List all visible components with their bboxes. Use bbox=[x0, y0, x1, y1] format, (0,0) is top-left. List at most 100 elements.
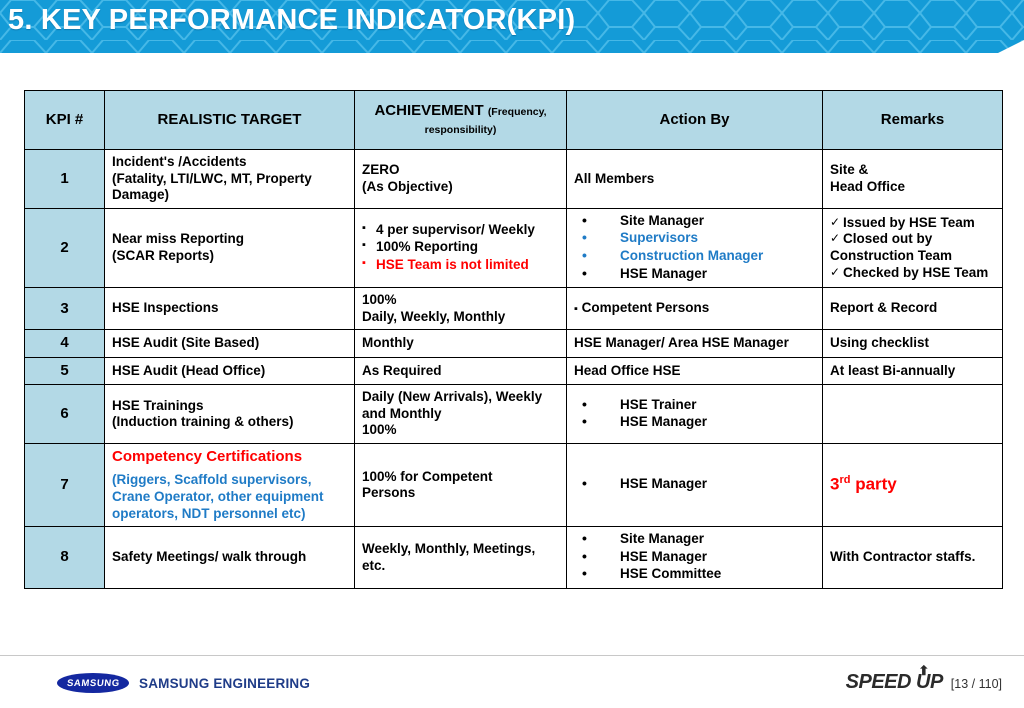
kpi-target: HSE Audit (Head Office) bbox=[104, 356, 355, 386]
slide-title: 5. KEY PERFORMANCE INDICATOR(KPI) bbox=[8, 4, 576, 36]
list-item: Construction Team bbox=[830, 248, 995, 265]
list-item: • Site Manager bbox=[574, 530, 815, 548]
footer-right: SPEED UP ⬆ [13 / 110] bbox=[846, 664, 1002, 694]
list-item: • Site Manager bbox=[574, 212, 815, 230]
footer-divider bbox=[0, 655, 1024, 656]
third-party-label: 3rd party bbox=[830, 474, 995, 496]
kpi-number: 6 bbox=[24, 384, 105, 444]
achievement-line: 100% for Competent bbox=[362, 468, 493, 484]
achievement-line: etc. bbox=[362, 557, 386, 573]
list-item-label: Checked by HSE Team bbox=[843, 264, 989, 280]
table-row: 1 Incident's /Accidents (Fatality, LTI/L… bbox=[24, 149, 1003, 209]
achievement-line: Persons bbox=[362, 485, 416, 501]
table-row: 6 HSE Trainings (Induction training & ot… bbox=[24, 384, 1003, 444]
target-line: Incident's /Accidents bbox=[112, 154, 247, 169]
table-row: 4 HSE Audit (Site Based) Monthly HSE Man… bbox=[24, 329, 1003, 358]
table-row: 8 Safety Meetings/ walk through Weekly, … bbox=[24, 526, 1003, 589]
dot-bullet-icon: • bbox=[582, 565, 587, 582]
kpi-remarks: Report & Record bbox=[822, 287, 1003, 331]
list-item-label: HSE Team is not limited bbox=[376, 256, 529, 272]
list-item-label: 4 per supervisor/ Weekly bbox=[376, 221, 535, 237]
kpi-achievement: Daily (New Arrivals), Weekly and Monthly… bbox=[354, 384, 567, 444]
kpi-remarks: At least Bi-annually bbox=[822, 356, 1003, 386]
kpi-target: Near miss Reporting (SCAR Reports) bbox=[104, 207, 355, 289]
check-icon: ✓ bbox=[830, 264, 841, 279]
achievement-line: As Required bbox=[362, 362, 442, 378]
list-item-label: 100% Reporting bbox=[376, 239, 479, 255]
list-item: • HSE Manager bbox=[574, 413, 815, 431]
action-line: HSE Manager/ Area HSE Manager bbox=[574, 335, 789, 351]
list-item-label: HSE Manager bbox=[620, 548, 708, 564]
column-header-remarks: Remarks bbox=[822, 90, 1003, 150]
kpi-achievement: ZERO (As Objective) bbox=[354, 149, 567, 209]
check-icon: ✓ bbox=[830, 231, 841, 246]
remark-line: Report & Record bbox=[830, 300, 938, 316]
list-item-label: HSE Trainer bbox=[620, 396, 697, 412]
list-item: • HSE Trainer bbox=[574, 396, 815, 414]
target-line: (Fatality, LTI/LWC, MT, Property bbox=[112, 170, 312, 186]
dot-bullet-icon: • bbox=[582, 413, 587, 430]
dot-bullet-icon: • bbox=[582, 246, 587, 263]
kpi-number: 5 bbox=[24, 356, 105, 386]
samsung-logo-mark-text: SAMSUNG bbox=[66, 677, 120, 689]
list-item: ✓ Checked by HSE Team bbox=[830, 265, 995, 282]
list-item-label: Construction Team bbox=[830, 247, 953, 263]
achievement-line: Monthly bbox=[362, 335, 414, 351]
list-item-label: HSE Manager bbox=[620, 265, 708, 281]
column-header-kpi-number: KPI # bbox=[24, 90, 105, 150]
target-line: Crane Operator, other equipment bbox=[112, 489, 324, 505]
list-item-label: Site Manager bbox=[620, 212, 705, 228]
kpi-action-by: ▪ Competent Persons bbox=[566, 287, 823, 331]
square-bullet-icon: ▪ bbox=[574, 303, 578, 316]
kpi-number: 1 bbox=[24, 149, 105, 209]
target-title: Competency Certifications bbox=[112, 448, 303, 465]
achievement-line: and Monthly bbox=[362, 405, 442, 421]
action-list: • HSE Manager bbox=[574, 475, 815, 493]
list-item-label: Competent Persons bbox=[581, 300, 710, 316]
dot-bullet-icon: • bbox=[582, 530, 587, 547]
target-line: operators, NDT personnel etc) bbox=[112, 505, 306, 521]
kpi-remarks: 3rd party bbox=[822, 442, 1003, 528]
list-item-label: Supervisors bbox=[620, 230, 699, 246]
achievement-line: (As Objective) bbox=[362, 178, 453, 194]
list-item: • HSE Manager bbox=[574, 265, 815, 283]
column-header-action-by: Action By bbox=[566, 90, 823, 150]
target-line: Safety Meetings/ walk through bbox=[112, 549, 307, 565]
action-list: • Site Manager • Supervisors • Construction… bbox=[574, 212, 815, 283]
achievement-line: Daily, Weekly, Monthly bbox=[362, 308, 506, 324]
list-item: • Supervisors bbox=[574, 229, 815, 247]
target-line: (Riggers, Scaffold supervisors, bbox=[112, 472, 312, 488]
column-header-achievement: ACHIEVEMENT (Frequency, responsibility) bbox=[354, 90, 567, 150]
kpi-number: 8 bbox=[24, 526, 105, 589]
list-item-label: HSE Manager bbox=[620, 414, 708, 430]
kpi-action-by: • Site Manager • Supervisors • Construction… bbox=[566, 207, 823, 289]
kpi-remarks: With Contractor staffs. bbox=[822, 526, 1003, 589]
column-header-realistic-target: REALISTIC TARGET bbox=[104, 90, 355, 150]
list-item-label: Construction Manager bbox=[620, 247, 764, 263]
kpi-number: 3 bbox=[24, 287, 105, 331]
kpi-action-by: • HSE Trainer • HSE Manager bbox=[566, 384, 823, 444]
list-item: • HSE Manager bbox=[574, 475, 815, 493]
action-line: Head Office HSE bbox=[574, 362, 681, 378]
kpi-action-by: • HSE Manager bbox=[566, 442, 823, 528]
achievement-line: Weekly, Monthly, Meetings, bbox=[362, 541, 536, 557]
speed-up-tagline: SPEED UP ⬆ bbox=[846, 664, 944, 694]
kpi-action-by: Head Office HSE bbox=[566, 356, 823, 386]
kpi-remarks bbox=[822, 384, 1003, 444]
action-line: All Members bbox=[574, 170, 655, 186]
check-icon: ✓ bbox=[830, 214, 841, 229]
kpi-target: Incident's /Accidents (Fatality, LTI/LWC… bbox=[104, 149, 355, 209]
kpi-achievement: 100% Daily, Weekly, Monthly bbox=[354, 287, 567, 331]
kpi-achievement: 100% for Competent Persons bbox=[354, 442, 567, 528]
kpi-number: 7 bbox=[24, 442, 105, 528]
kpi-target: Safety Meetings/ walk through bbox=[104, 526, 355, 589]
kpi-achievement: Weekly, Monthly, Meetings, etc. bbox=[354, 526, 567, 589]
third-party-word: party bbox=[850, 474, 897, 494]
list-item: • HSE Manager bbox=[574, 548, 815, 566]
up-arrow-icon: ⬆ bbox=[918, 663, 929, 678]
table-row: 7 Competency Certifications (Riggers, Sc… bbox=[24, 442, 1003, 528]
kpi-number: 4 bbox=[24, 329, 105, 358]
target-line: (SCAR Reports) bbox=[112, 247, 215, 263]
kpi-action-by: • Site Manager • HSE Manager • HSE Committe… bbox=[566, 526, 823, 589]
table-row: 3 HSE Inspections 100% Daily, Weekly, Mo… bbox=[24, 287, 1003, 331]
